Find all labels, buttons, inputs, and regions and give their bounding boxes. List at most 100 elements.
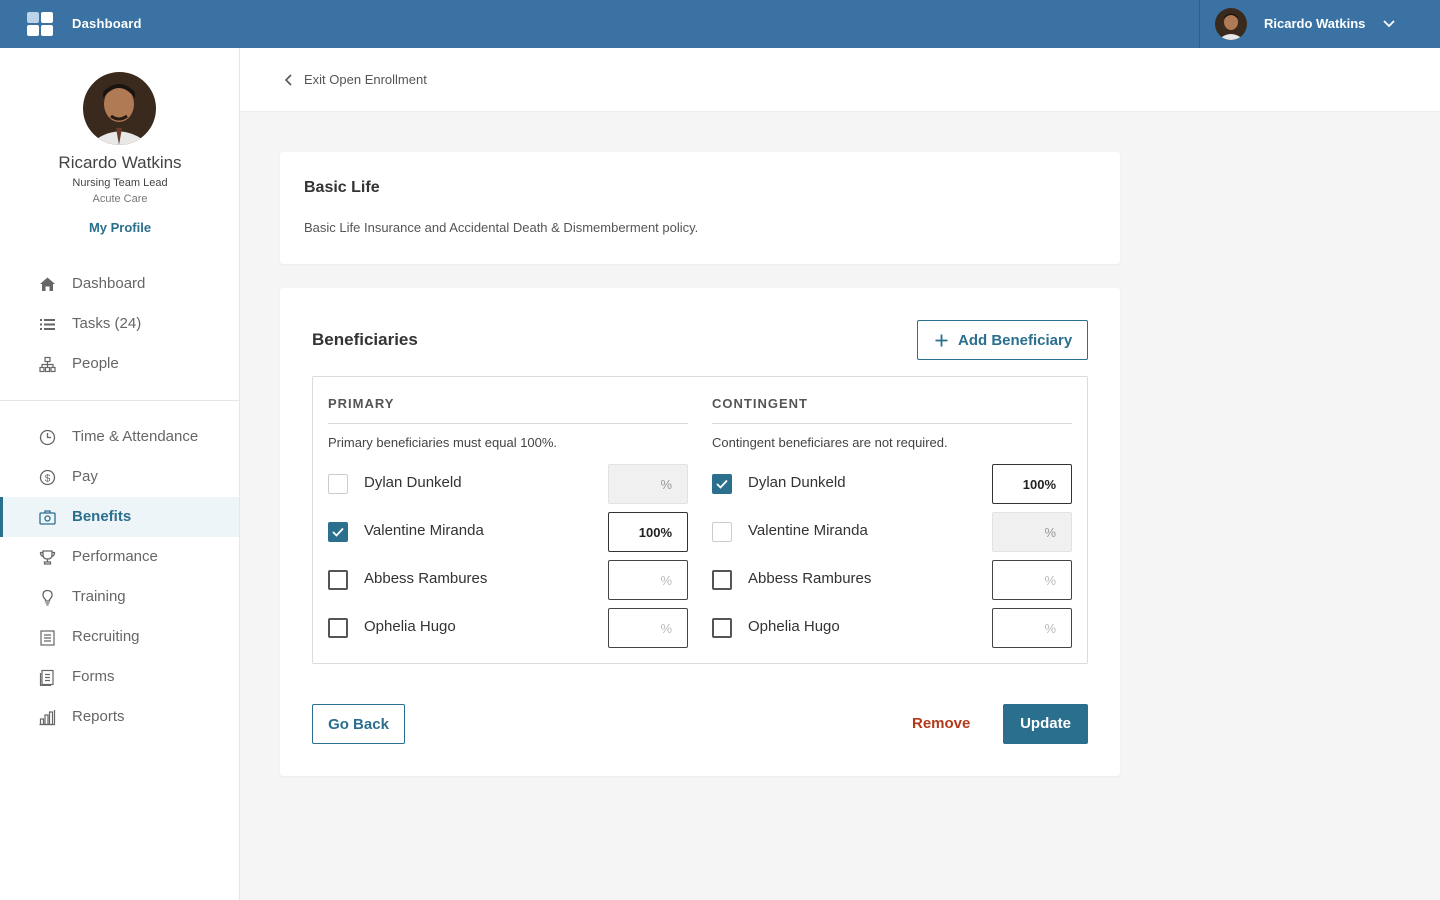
- beneficiaries-table: PRIMARY Primary beneficiaries must equal…: [312, 376, 1088, 664]
- divider: [712, 423, 1072, 424]
- add-beneficiary-label: Add Beneficiary: [958, 332, 1073, 349]
- divider: [328, 423, 688, 424]
- update-label: Update: [1020, 715, 1071, 732]
- clipboard-icon: [40, 630, 55, 646]
- sidebar-item-reports[interactable]: Reports: [0, 697, 239, 737]
- plan-title: Basic Life: [304, 179, 380, 196]
- sidebar-item-label: Dashboard: [72, 275, 146, 292]
- contingent-heading: CONTINGENT: [712, 396, 808, 411]
- plan-description: Basic Life Insurance and Accidental Deat…: [304, 220, 699, 235]
- plus-icon: [935, 334, 948, 347]
- app-title[interactable]: Dashboard: [72, 16, 142, 31]
- user-name: Ricardo Watkins: [1264, 16, 1366, 31]
- sidebar-item-pay[interactable]: $ Pay: [0, 457, 239, 497]
- sidebar-item-training[interactable]: Training: [0, 577, 239, 617]
- sidebar-item-dashboard[interactable]: Dashboard: [0, 264, 239, 304]
- percentage-input[interactable]: [992, 560, 1072, 600]
- user-menu[interactable]: Ricardo Watkins: [1199, 0, 1440, 48]
- sidebar-item-label: Performance: [72, 548, 158, 565]
- primary-column: PRIMARY Primary beneficiaries must equal…: [328, 377, 688, 663]
- sidebar-item-tasks[interactable]: Tasks (24): [0, 304, 239, 344]
- org-chart-icon: [39, 356, 56, 373]
- sidebar-item-label: Recruiting: [72, 628, 140, 645]
- sidebar-item-label: Forms: [72, 668, 115, 685]
- profile-avatar: [83, 72, 156, 145]
- percentage-input[interactable]: [608, 512, 688, 552]
- trophy-icon: [39, 550, 56, 565]
- percentage-input[interactable]: [608, 560, 688, 600]
- sidebar-item-label: People: [72, 355, 119, 372]
- remove-button[interactable]: Remove: [912, 715, 970, 732]
- primary-note: Primary beneficiaries must equal 100%.: [328, 435, 558, 450]
- beneficiary-row: Dylan Dunkeld: [712, 464, 1072, 504]
- beneficiary-checkbox[interactable]: [328, 522, 348, 542]
- beneficiary-checkbox[interactable]: [712, 570, 732, 590]
- go-back-button[interactable]: Go Back: [312, 704, 405, 744]
- sidebar-item-label: Tasks (24): [72, 315, 142, 332]
- home-icon: [40, 277, 55, 291]
- back-link-label: Exit Open Enrollment: [304, 72, 427, 87]
- sidebar-item-label: Time & Attendance: [72, 428, 199, 445]
- sidebar-item-label: Pay: [72, 468, 98, 485]
- beneficiary-checkbox[interactable]: [328, 618, 348, 638]
- sidebar-item-label: Training: [72, 588, 126, 605]
- beneficiaries-card: Beneficiaries Add Beneficiary PRIMARY Pr…: [280, 288, 1120, 776]
- beneficiary-checkbox[interactable]: [712, 618, 732, 638]
- percentage-input[interactable]: [608, 608, 688, 648]
- apps-grid-icon[interactable]: [27, 12, 53, 36]
- plan-card: Basic Life Basic Life Insurance and Acci…: [280, 152, 1120, 264]
- percentage-input[interactable]: [992, 608, 1072, 648]
- beneficiary-row: Ophelia Hugo: [712, 608, 1072, 648]
- percentage-input[interactable]: [608, 464, 688, 504]
- sidebar-item-performance[interactable]: Performance: [0, 537, 239, 577]
- beneficiary-checkbox[interactable]: [712, 522, 732, 542]
- percentage-input[interactable]: [992, 464, 1072, 504]
- percentage-input[interactable]: [992, 512, 1072, 552]
- add-beneficiary-button[interactable]: Add Beneficiary: [917, 320, 1088, 360]
- beneficiary-row: Valentine Miranda: [328, 512, 688, 552]
- beneficiary-row: Abbess Rambures: [328, 560, 688, 600]
- sidebar-item-benefits[interactable]: Benefits: [0, 497, 239, 537]
- beneficiary-name: Ophelia Hugo: [748, 618, 840, 635]
- list-icon: [40, 319, 55, 330]
- chevron-down-icon: [1383, 20, 1395, 28]
- page-header: Exit Open Enrollment: [240, 48, 1440, 112]
- svg-text:$: $: [45, 474, 51, 485]
- dollar-icon: $: [39, 469, 56, 486]
- beneficiary-row: Ophelia Hugo: [328, 608, 688, 648]
- beneficiary-row: Valentine Miranda: [712, 512, 1072, 552]
- beneficiary-name: Dylan Dunkeld: [364, 474, 462, 491]
- beneficiary-name: Dylan Dunkeld: [748, 474, 846, 491]
- beneficiary-checkbox[interactable]: [328, 474, 348, 494]
- checkmark-icon: [716, 479, 728, 489]
- forms-icon: [39, 669, 54, 686]
- bar-chart-icon: [39, 710, 56, 726]
- contingent-column: CONTINGENT Contingent beneficiares are n…: [712, 377, 1072, 663]
- sidebar: Ricardo Watkins Nursing Team Lead Acute …: [0, 48, 240, 900]
- my-profile-link[interactable]: My Profile: [0, 220, 240, 235]
- checkmark-icon: [332, 527, 344, 537]
- sidebar-item-time-attendance[interactable]: Time & Attendance: [0, 417, 239, 457]
- avatar: [1215, 8, 1247, 40]
- beneficiary-checkbox[interactable]: [712, 474, 732, 494]
- profile-name: Ricardo Watkins: [58, 153, 182, 172]
- top-bar: Dashboard Ricardo Watkins: [0, 0, 1440, 48]
- sidebar-divider: [0, 400, 239, 401]
- benefits-icon: [39, 510, 56, 525]
- profile-role: Nursing Team Lead: [72, 177, 168, 189]
- update-button[interactable]: Update: [1003, 704, 1088, 744]
- chevron-left-icon: [284, 74, 292, 86]
- sidebar-item-label: Benefits: [72, 508, 132, 525]
- beneficiary-row: Dylan Dunkeld: [328, 464, 688, 504]
- beneficiary-name: Valentine Miranda: [748, 522, 868, 539]
- beneficiary-name: Abbess Rambures: [748, 570, 872, 587]
- sidebar-item-forms[interactable]: Forms: [0, 657, 239, 697]
- go-back-label: Go Back: [328, 716, 389, 733]
- sidebar-item-label: Reports: [72, 708, 125, 725]
- beneficiary-checkbox[interactable]: [328, 570, 348, 590]
- primary-heading: PRIMARY: [328, 396, 395, 411]
- sidebar-item-people[interactable]: People: [0, 344, 239, 384]
- beneficiaries-title: Beneficiaries: [312, 330, 418, 349]
- beneficiary-row: Abbess Rambures: [712, 560, 1072, 600]
- sidebar-item-recruiting[interactable]: Recruiting: [0, 617, 239, 657]
